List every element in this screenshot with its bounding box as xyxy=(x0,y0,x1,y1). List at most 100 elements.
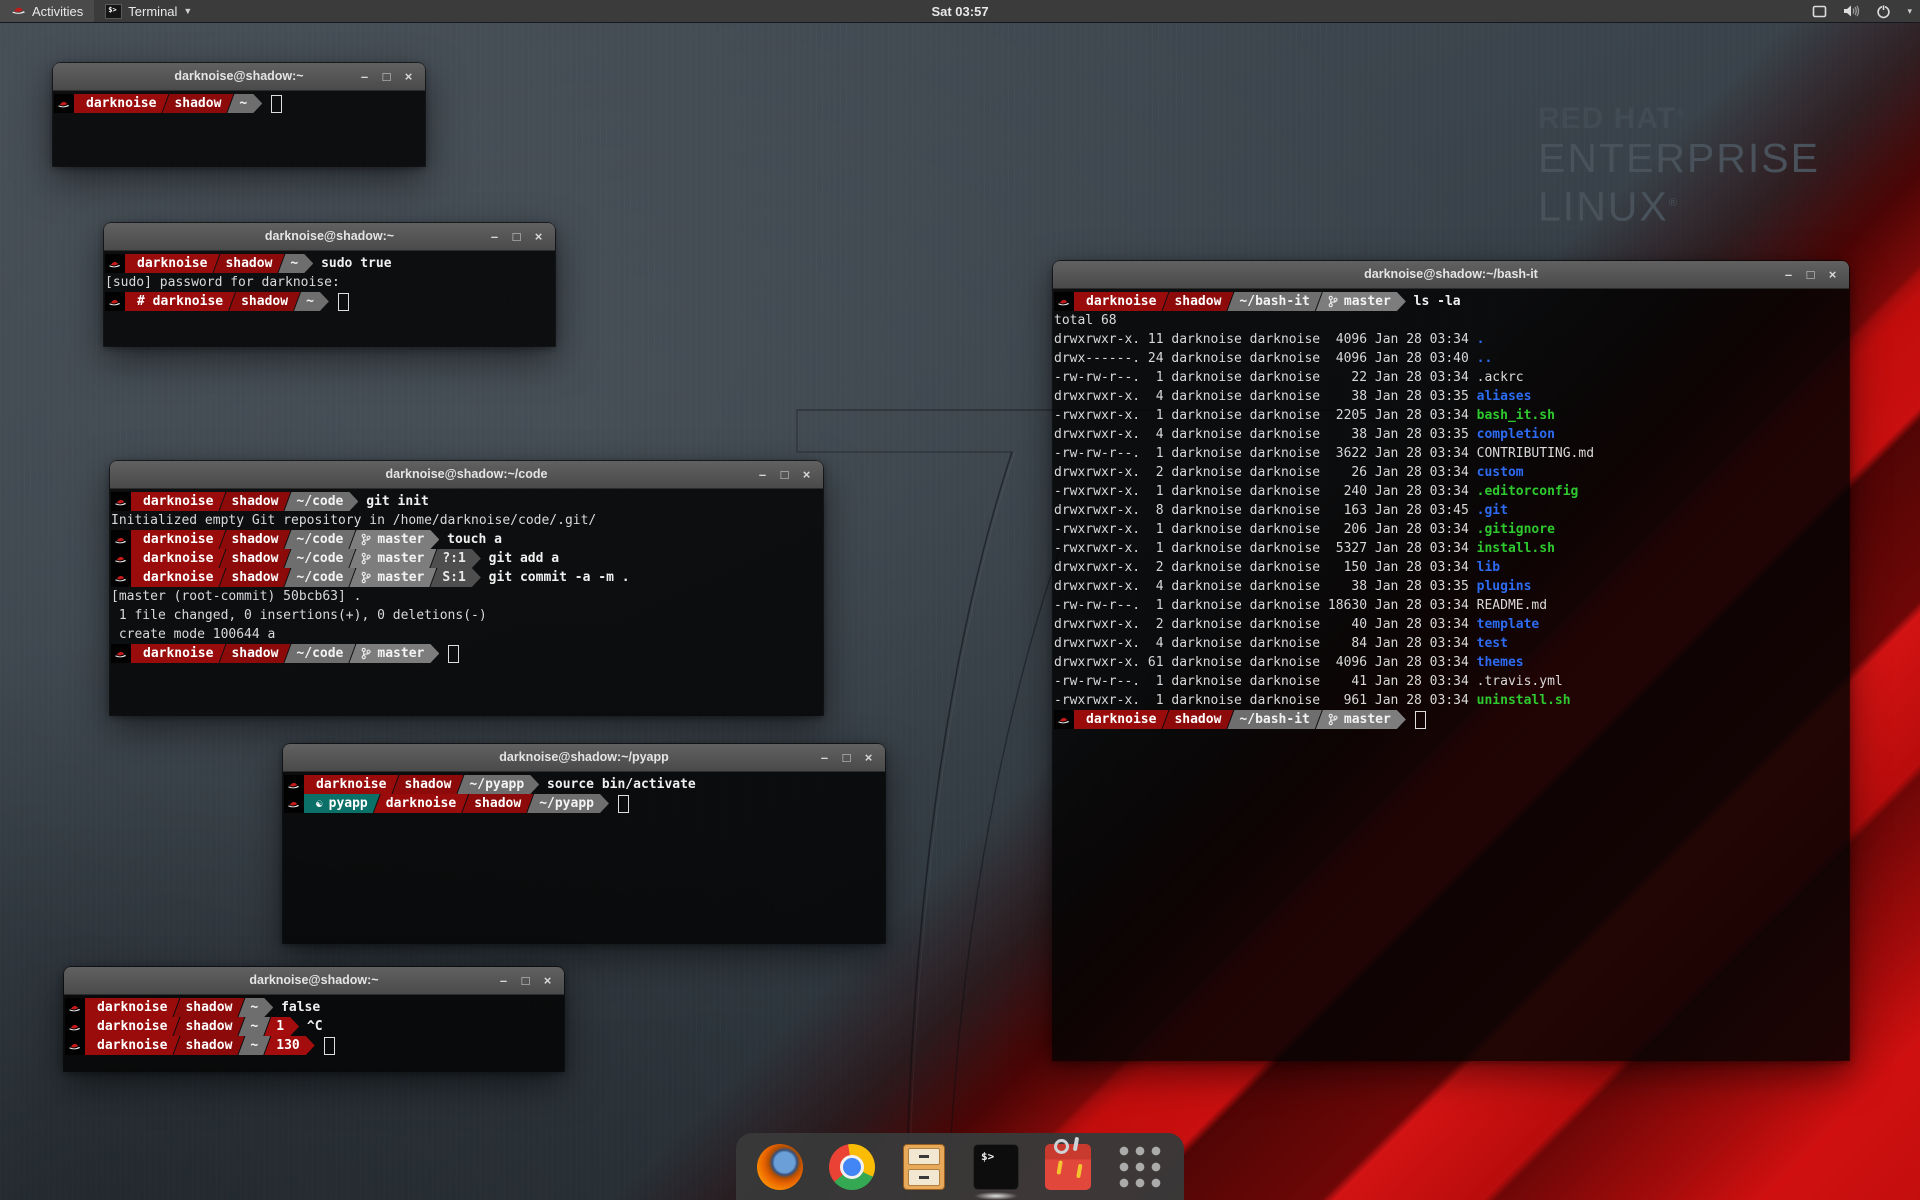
terminal-line: Initialized empty Git repository in /hom… xyxy=(111,511,821,530)
maximize-button[interactable]: □ xyxy=(518,973,533,988)
dock-item-terminal[interactable] xyxy=(972,1143,1020,1191)
activities-label: Activities xyxy=(32,4,83,19)
window-titlebar[interactable]: darknoise@shadow:~ –□× xyxy=(104,223,555,251)
terminal-content[interactable]: darknoiseshadow~ xyxy=(53,91,425,167)
terminal-cursor xyxy=(271,95,282,113)
file-name: .git xyxy=(1477,503,1508,518)
window-titlebar[interactable]: darknoise@shadow:~/code –□× xyxy=(110,461,823,489)
file-name: .travis.yml xyxy=(1477,674,1563,689)
terminal-icon xyxy=(973,1144,1019,1190)
prompt-segment-user: darknoise xyxy=(1074,292,1168,311)
terminal-icon: $> xyxy=(105,4,122,19)
close-button[interactable]: × xyxy=(799,467,814,482)
dock-item-firefox[interactable] xyxy=(756,1143,804,1191)
dock-item-files[interactable] xyxy=(900,1143,948,1191)
terminal-window-home-1[interactable]: darknoise@shadow:~ –□× darknoiseshadow~ xyxy=(53,63,425,166)
dock-item-chrome[interactable] xyxy=(828,1143,876,1191)
file-name: lib xyxy=(1477,560,1500,575)
terminal-content[interactable]: darknoiseshadow~/pyapp source bin/activa… xyxy=(283,772,885,944)
terminal-content[interactable]: darknoiseshadow~ falsedarknoiseshadow~1 … xyxy=(64,995,564,1072)
red-hat-icon xyxy=(1054,292,1074,311)
command-text: false xyxy=(273,998,320,1017)
terminal-content[interactable]: darknoiseshadow~ sudo true[sudo] passwor… xyxy=(104,251,555,347)
toolbox-icon xyxy=(1045,1144,1091,1190)
terminal-line: drwxrwxr-x. 4 darknoise darknoise 38 Jan… xyxy=(1054,577,1847,596)
terminal-window-bash-it[interactable]: darknoise@shadow:~/bash-it –□× darknoise… xyxy=(1053,261,1849,1060)
prompt-segment-path: ~/code xyxy=(284,492,358,511)
close-button[interactable]: × xyxy=(531,229,546,244)
running-indicator xyxy=(974,1192,1018,1200)
close-button[interactable]: × xyxy=(540,973,555,988)
terminal-line: total 68 xyxy=(1054,311,1847,330)
terminal-line: darknoiseshadow~130 xyxy=(65,1036,562,1055)
dock-item-app-grid[interactable] xyxy=(1116,1143,1164,1191)
minimize-button[interactable]: – xyxy=(817,750,832,765)
window-titlebar[interactable]: darknoise@shadow:~/pyapp –□× xyxy=(283,744,885,772)
app-menu-label: Terminal xyxy=(128,4,177,19)
terminal-line: -rwxrwxr-x. 1 darknoise darknoise 240 Ja… xyxy=(1054,482,1847,501)
prompt-segment-host: shadow xyxy=(162,94,233,113)
terminal-window-sudo[interactable]: darknoise@shadow:~ –□× darknoiseshadow~ … xyxy=(104,223,555,346)
terminal-line: darknoiseshadow~/bash-itmaster xyxy=(1054,710,1847,729)
terminal-line: darknoiseshadow~/code git init xyxy=(111,492,821,511)
window-titlebar[interactable]: darknoise@shadow:~ –□× xyxy=(64,967,564,995)
prompt-segment-host: shadow xyxy=(462,794,533,813)
terminal-line: -rw-rw-r--. 1 darknoise darknoise 41 Jan… xyxy=(1054,672,1847,691)
red-hat-icon xyxy=(54,94,74,113)
terminal-line: -rwxrwxr-x. 1 darknoise darknoise 5327 J… xyxy=(1054,539,1847,558)
file-name: custom xyxy=(1477,465,1524,480)
terminal-line: darknoiseshadow~ false xyxy=(65,998,562,1017)
prompt-segment-branch: master xyxy=(349,568,436,587)
prompt-segment-user: darknoise xyxy=(74,94,168,113)
prompt-segment-user: darknoise xyxy=(125,254,219,273)
minimize-button[interactable]: – xyxy=(357,69,372,84)
dock xyxy=(736,1133,1184,1200)
terminal-window-pyapp[interactable]: darknoise@shadow:~/pyapp –□× darknoisesh… xyxy=(283,744,885,943)
file-name: CONTRIBUTING.md xyxy=(1477,446,1594,461)
prompt-segment-user: darknoise xyxy=(85,1036,179,1055)
maximize-button[interactable]: □ xyxy=(379,69,394,84)
red-hat-icon xyxy=(111,492,131,511)
maximize-button[interactable]: □ xyxy=(839,750,854,765)
minimize-button[interactable]: – xyxy=(496,973,511,988)
red-hat-icon xyxy=(111,549,131,568)
terminal-content[interactable]: darknoiseshadow~/bash-itmaster ls -latot… xyxy=(1053,289,1849,1061)
file-name: aliases xyxy=(1477,389,1532,404)
minimize-button[interactable]: – xyxy=(755,467,770,482)
prompt-segment-user: darknoise xyxy=(85,998,179,1017)
maximize-button[interactable]: □ xyxy=(509,229,524,244)
prompt-segment-host: shadow xyxy=(219,568,290,587)
window-titlebar[interactable]: darknoise@shadow:~ –□× xyxy=(53,63,425,91)
maximize-button[interactable]: □ xyxy=(1803,267,1818,282)
terminal-line: -rwxrwxr-x. 1 darknoise darknoise 206 Ja… xyxy=(1054,520,1847,539)
red-hat-icon xyxy=(111,644,131,663)
maximize-button[interactable]: □ xyxy=(777,467,792,482)
dock-item-toolbox[interactable] xyxy=(1044,1143,1092,1191)
clock[interactable]: Sat 03:57 xyxy=(921,0,998,22)
window-titlebar[interactable]: darknoise@shadow:~/bash-it –□× xyxy=(1053,261,1849,289)
prompt-segment-user: darknoise xyxy=(131,644,225,663)
close-button[interactable]: × xyxy=(1825,267,1840,282)
rhel-wallpaper-logo: RED HAT® ENTERPRISE LINUX® xyxy=(1538,102,1820,230)
close-button[interactable]: × xyxy=(401,69,416,84)
minimize-button[interactable]: – xyxy=(1781,267,1796,282)
prompt-segment-user: darknoise xyxy=(131,568,225,587)
terminal-content[interactable]: darknoiseshadow~/code git initInitialize… xyxy=(110,489,823,716)
terminal-window-code[interactable]: darknoise@shadow:~/code –□× darknoisesha… xyxy=(110,461,823,715)
minimize-button[interactable]: – xyxy=(487,229,502,244)
activities-button[interactable]: Activities xyxy=(0,0,94,22)
prompt-segment-path: ~ xyxy=(294,292,329,311)
command-text: source bin/activate xyxy=(539,775,696,794)
terminal-line: # darknoiseshadow~ xyxy=(105,292,553,311)
prompt-segment-host: shadow xyxy=(219,644,290,663)
system-tray[interactable]: ▾ xyxy=(1804,0,1920,22)
terminal-window-exitcodes[interactable]: darknoise@shadow:~ –□× darknoiseshadow~ … xyxy=(64,967,564,1071)
prompt-segment-user: darknoise xyxy=(131,530,225,549)
app-menu-terminal[interactable]: $> Terminal ▼ xyxy=(94,0,203,22)
terminal-line: -rw-rw-r--. 1 darknoise darknoise 3622 J… xyxy=(1054,444,1847,463)
close-button[interactable]: × xyxy=(861,750,876,765)
command-text: git add a xyxy=(481,549,559,568)
terminal-cursor xyxy=(338,293,349,311)
prompt-segment-user: darknoise xyxy=(85,1017,179,1036)
red-hat-icon xyxy=(111,530,131,549)
